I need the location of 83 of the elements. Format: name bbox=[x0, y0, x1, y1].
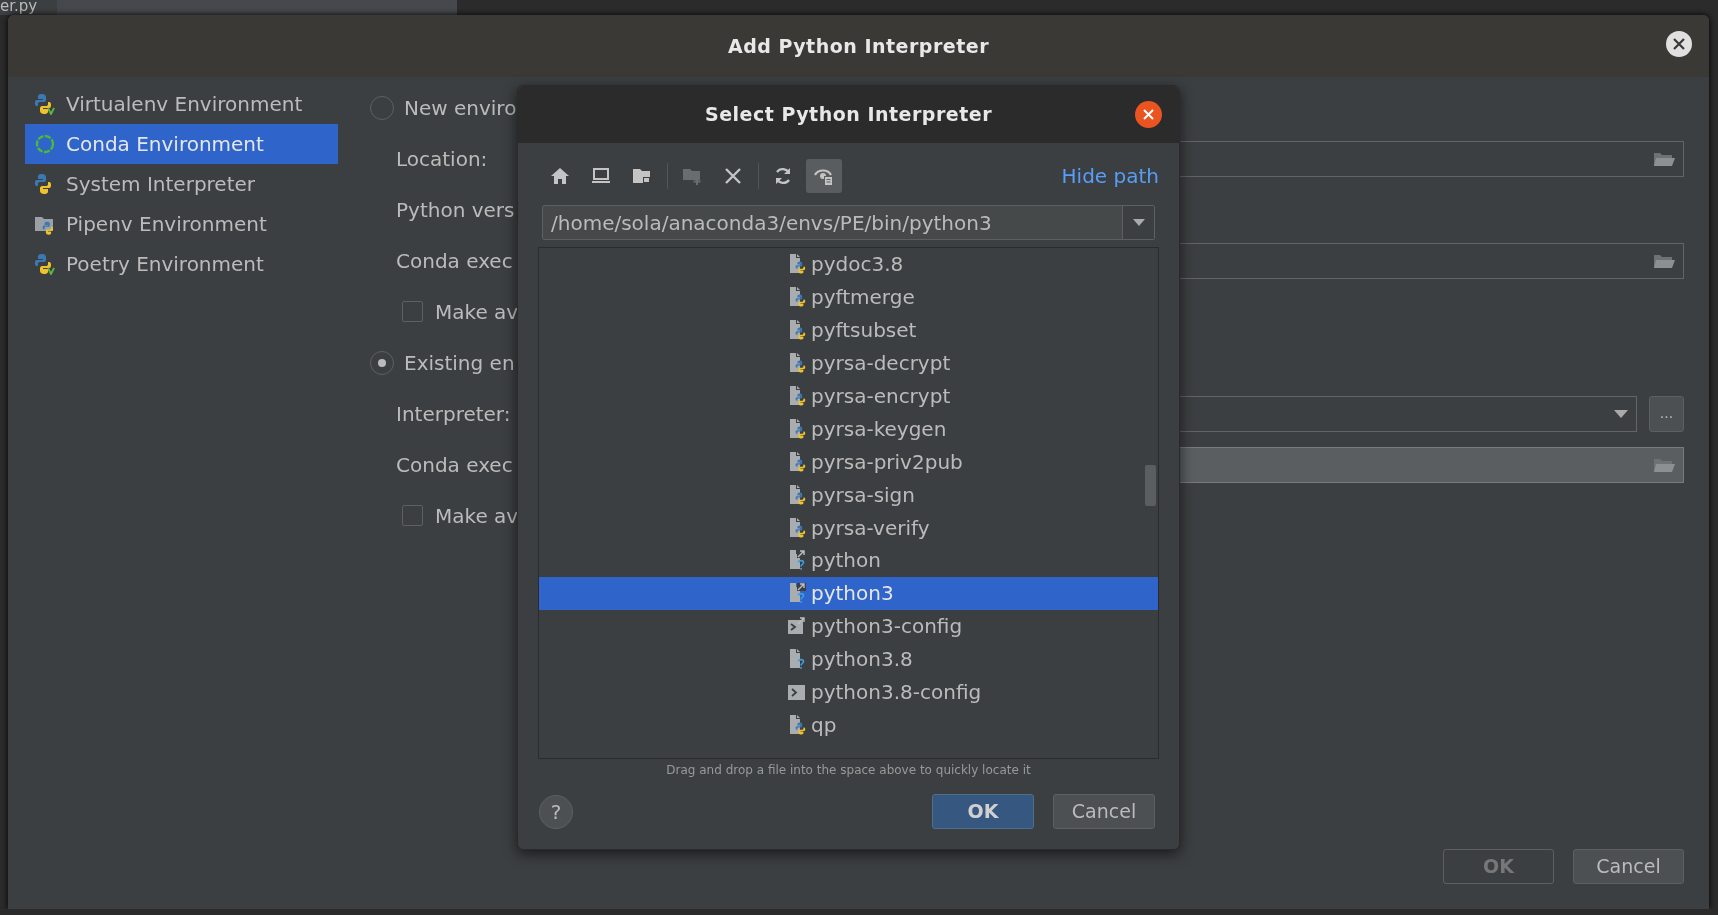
file-tab[interactable]: er.py bbox=[0, 0, 57, 15]
python-file-icon bbox=[787, 352, 807, 375]
interpreter-dropdown[interactable] bbox=[1178, 395, 1637, 432]
file-item[interactable]: python3.8-config bbox=[539, 675, 1158, 709]
dialog-title: Select Python Interpreter bbox=[705, 102, 992, 128]
close-icon bbox=[1142, 108, 1155, 121]
python-file-icon bbox=[787, 385, 807, 407]
close-icon bbox=[1672, 37, 1686, 51]
file-item[interactable]: pyrsa-sign bbox=[539, 478, 1158, 512]
ok-button[interactable]: OK bbox=[932, 794, 1034, 829]
new-folder-icon bbox=[682, 166, 702, 186]
python-file-icon bbox=[787, 516, 807, 539]
checkbox[interactable] bbox=[402, 301, 423, 322]
toolbar-button[interactable] bbox=[806, 159, 842, 193]
file-item[interactable]: python3.8 bbox=[539, 642, 1158, 676]
link-file-icon bbox=[787, 582, 807, 605]
refresh-icon bbox=[773, 166, 793, 186]
ring-icon bbox=[34, 133, 56, 155]
folder-icon bbox=[1653, 150, 1675, 167]
file-item[interactable]: pyftmerge bbox=[539, 280, 1158, 314]
close-button[interactable] bbox=[1666, 31, 1692, 57]
home-icon bbox=[550, 166, 570, 186]
file-item[interactable]: qp bbox=[539, 708, 1158, 742]
sidebar-item[interactable]: Poetry Environment bbox=[25, 244, 338, 284]
sidebar-item[interactable]: Virtualenv Environment bbox=[25, 84, 338, 124]
field-label: Conda exec bbox=[396, 247, 513, 275]
cancel-button[interactable]: Cancel bbox=[1053, 794, 1155, 829]
cancel-button[interactable]: Cancel bbox=[1573, 849, 1684, 884]
folder-icon bbox=[1653, 456, 1675, 473]
sidebar-item[interactable]: System Interpreter bbox=[25, 164, 338, 204]
dropdown-icon bbox=[1614, 409, 1628, 418]
python-file-icon bbox=[787, 286, 807, 309]
file-item[interactable]: python3-config bbox=[539, 609, 1158, 643]
python-file-icon bbox=[787, 253, 807, 276]
checkbox-label: Make av bbox=[435, 502, 519, 530]
path-field[interactable] bbox=[1178, 140, 1684, 177]
hint-text: Drag and drop a file into the space above to quickly locate it bbox=[665, 762, 1032, 779]
python-logo-icon bbox=[34, 253, 56, 275]
radio-button[interactable] bbox=[370, 95, 394, 120]
delete-icon bbox=[723, 166, 743, 186]
file-item[interactable]: pyrsa-verify bbox=[539, 511, 1158, 544]
field-label: Interpreter: bbox=[396, 400, 511, 428]
dropdown-icon bbox=[1132, 219, 1145, 226]
link-file-icon bbox=[787, 549, 807, 572]
monitor-icon bbox=[591, 166, 611, 186]
sidebar-item[interactable]: Pipenv Environment bbox=[25, 204, 338, 244]
unknown-file-icon bbox=[787, 648, 807, 671]
field-label: Python vers bbox=[396, 196, 515, 224]
radio-label: Existing en bbox=[404, 349, 515, 377]
folder-icon bbox=[1653, 252, 1675, 269]
checkbox[interactable] bbox=[402, 505, 423, 526]
file-item[interactable]: python bbox=[539, 544, 1158, 577]
eye-icon bbox=[814, 166, 834, 186]
python-file-icon bbox=[787, 713, 807, 736]
field-label: Location: bbox=[396, 145, 488, 173]
close-button[interactable] bbox=[1135, 101, 1162, 128]
file-item[interactable]: pyrsa-priv2pub bbox=[539, 445, 1158, 479]
path-combo[interactable]: /home/sola/anaconda3/envs/PE/bin/python3 bbox=[542, 205, 1155, 240]
file-item[interactable]: pyrsa-decrypt bbox=[539, 346, 1158, 380]
python-file-icon bbox=[787, 450, 807, 473]
folder-icon bbox=[632, 166, 652, 186]
file-item[interactable]: pyrsa-keygen bbox=[539, 412, 1158, 446]
field-label: Conda exec bbox=[396, 451, 513, 479]
hide-path-link[interactable]: Hide path bbox=[1061, 161, 1159, 191]
file-item[interactable]: pydoc3.8 bbox=[539, 248, 1158, 281]
window-title: Add Python Interpreter bbox=[727, 33, 990, 59]
browse-button[interactable]: ... bbox=[1649, 395, 1684, 432]
scrollbar-thumb[interactable] bbox=[1145, 465, 1156, 506]
file-item[interactable]: pyftsubset bbox=[539, 313, 1158, 347]
path-field[interactable] bbox=[1178, 446, 1684, 483]
python-file-icon bbox=[787, 417, 807, 440]
path-field[interactable] bbox=[1178, 242, 1684, 279]
radio-label: New enviro bbox=[404, 94, 517, 122]
help-button[interactable]: ? bbox=[539, 794, 573, 829]
checkbox-label: Make av bbox=[435, 298, 519, 326]
python-file-icon bbox=[787, 319, 807, 342]
sidebar-item[interactable]: Conda Environment bbox=[25, 124, 338, 164]
python-logo-icon bbox=[34, 93, 56, 115]
file-item[interactable]: python3 bbox=[539, 576, 1158, 610]
python-file-icon bbox=[787, 483, 807, 506]
file-item[interactable]: pyrsa-encrypt bbox=[539, 379, 1158, 413]
radio-button[interactable] bbox=[370, 350, 394, 375]
editor-tab[interactable] bbox=[57, 0, 457, 15]
